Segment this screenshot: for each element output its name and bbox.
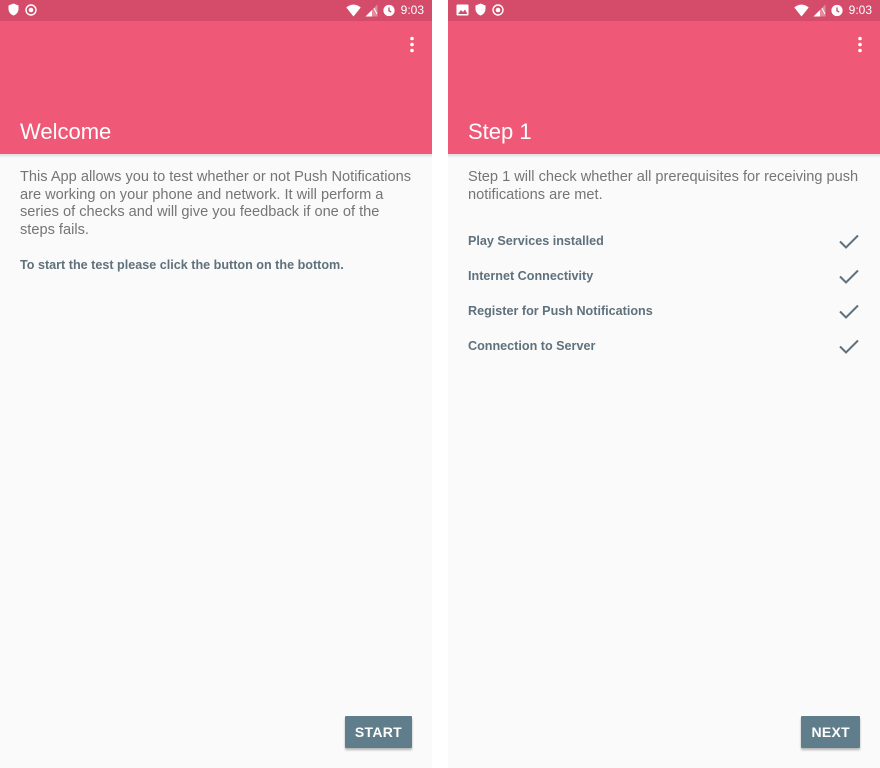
app-bar: Step 1 [448,21,880,158]
shield-icon [475,3,486,16]
check-label: Connection to Server [468,338,596,353]
overflow-menu-icon[interactable] [400,33,424,57]
image-icon [456,4,469,16]
check-list: Play Services installed Internet Connect… [468,223,860,363]
alarm-icon [830,3,844,17]
step-paragraph: Step 1 will check whether all prerequisi… [468,169,859,203]
status-time: 9:03 [400,3,424,17]
list-item: Internet Connectivity [468,258,860,293]
check-label: Play Services installed [468,233,604,248]
start-button[interactable]: START [344,716,412,748]
step-content: Step 1 will check whether all prerequisi… [468,169,860,363]
overflow-menu-icon[interactable] [848,33,872,57]
welcome-content: This App allows you to test whether or n… [20,169,412,273]
check-icon [838,335,860,357]
shield-icon [8,3,19,16]
status-time: 9:03 [848,3,872,17]
record-icon [25,3,37,16]
next-button[interactable]: NEXT [801,716,860,748]
alarm-icon [382,3,396,17]
screen-step-1: 9:03 Step 1 Step 1 will check whether al… [448,0,880,768]
status-bar: 9:03 [448,0,880,21]
screen-welcome: 9:03 Welcome This App allows you to test… [0,0,432,768]
status-bar: 9:03 [0,0,432,21]
check-icon [838,300,860,322]
cell-signal-icon [813,4,826,17]
intro-paragraph: This App allows you to test whether or n… [20,169,411,238]
list-item: Play Services installed [468,223,860,258]
wifi-icon [345,4,361,17]
list-item: Connection to Server [468,328,860,363]
record-icon [492,3,504,16]
page-title: Step 1 [468,119,532,144]
check-label: Register for Push Notifications [468,303,653,318]
wifi-icon [793,4,809,17]
list-item: Register for Push Notifications [468,293,860,328]
check-icon [838,230,860,252]
check-label: Internet Connectivity [468,268,594,283]
cell-signal-icon [365,4,378,17]
app-bar: Welcome [0,21,432,158]
page-title: Welcome [20,119,112,144]
instruction-note: To start the test please click the butto… [20,258,344,272]
check-icon [838,265,860,287]
